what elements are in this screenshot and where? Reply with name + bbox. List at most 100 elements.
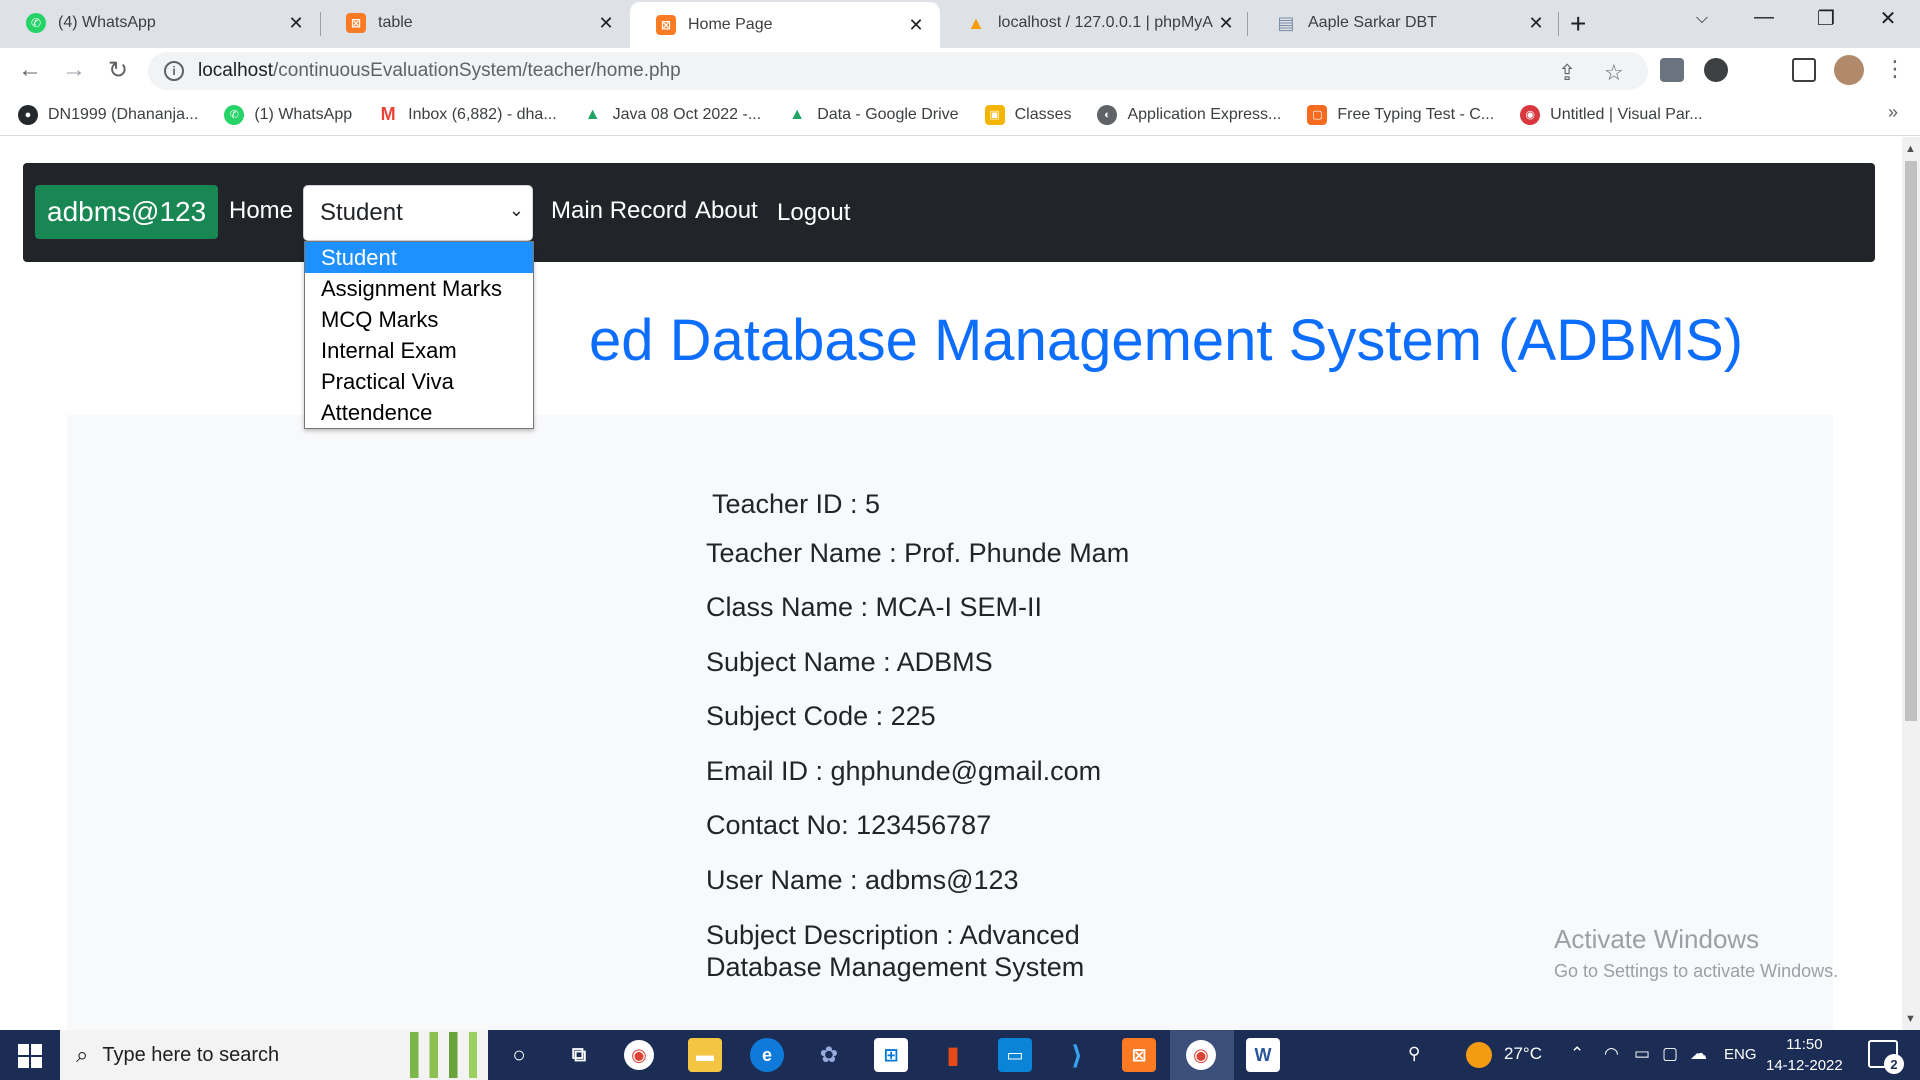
store-icon[interactable]: ⊞ bbox=[874, 1038, 908, 1072]
dropdown-option[interactable]: Student bbox=[305, 242, 533, 273]
tab-title: table bbox=[378, 14, 413, 31]
forward-button[interactable]: → bbox=[58, 56, 90, 84]
bookmark-item[interactable]: ◉ Untitled | Visual Par... bbox=[1520, 104, 1703, 125]
scroll-down-arrow-icon[interactable]: ▼ bbox=[1905, 1013, 1916, 1025]
dropdown-option[interactable]: Internal Exam bbox=[305, 335, 533, 366]
scrollbar-thumb[interactable] bbox=[1905, 161, 1917, 721]
bookmark-item[interactable]: ▢ Free Typing Test - C... bbox=[1307, 104, 1494, 125]
window-close-button[interactable]: ✕ bbox=[1868, 6, 1908, 31]
browser-tab-strip: ✆ (4) WhatsApp ✕ ⊠ table ✕ ⊠ Home Page ✕… bbox=[0, 0, 1920, 48]
minimize-button[interactable]: — bbox=[1744, 6, 1784, 29]
page-title: ed Database Management System (ADBMS) bbox=[588, 308, 1744, 373]
close-icon[interactable]: ✕ bbox=[906, 15, 926, 36]
weather-sun-icon[interactable] bbox=[1466, 1042, 1492, 1068]
bookmark-item[interactable]: ◐ Application Express... bbox=[1097, 104, 1281, 125]
bookmarks-bar: ● DN1999 (Dhananja... ✆ (1) WhatsApp M Inbo… bbox=[0, 94, 1920, 136]
bookmark-item[interactable]: ▲ Java 08 Oct 2022 -... bbox=[583, 105, 761, 125]
dropdown-option[interactable]: Attendence bbox=[305, 397, 533, 428]
tray-chevron-up-icon[interactable]: ⌃ bbox=[1570, 1044, 1584, 1064]
language-indicator[interactable]: ENG bbox=[1724, 1046, 1757, 1063]
page-viewport: adbms@123 Home Student ⌄ Main Record Abo… bbox=[0, 137, 1902, 1030]
bookmark-item[interactable]: M Inbox (6,882) - dha... bbox=[378, 104, 557, 125]
task-view-icon[interactable]: ⧉ bbox=[562, 1038, 596, 1072]
back-button[interactable]: ← bbox=[14, 56, 46, 84]
close-icon[interactable]: ✕ bbox=[1216, 13, 1236, 34]
tab-title: (4) WhatsApp bbox=[58, 14, 156, 31]
taskbar-clock[interactable]: 11:50 14-12-2022 bbox=[1766, 1034, 1843, 1076]
app-blue-icon[interactable]: ▭ bbox=[998, 1038, 1032, 1072]
globe-icon: ◐ bbox=[1097, 104, 1118, 125]
scroll-up-arrow-icon[interactable]: ▲ bbox=[1905, 143, 1916, 155]
cortana-icon[interactable]: ○ bbox=[502, 1038, 536, 1072]
nav-home-link[interactable]: Home bbox=[229, 197, 293, 225]
people-icon[interactable]: ⚲ bbox=[1408, 1044, 1420, 1064]
dropdown-option[interactable]: Assignment Marks bbox=[305, 273, 533, 304]
dropdown-option[interactable]: Practical Viva bbox=[305, 366, 533, 397]
edge-icon[interactable]: e bbox=[750, 1038, 784, 1072]
extension-grammar-icon[interactable] bbox=[1704, 58, 1728, 82]
vscode-icon[interactable]: ⟩ bbox=[1060, 1038, 1094, 1072]
windows-start-icon[interactable] bbox=[18, 1044, 42, 1068]
navbar-brand[interactable]: adbms@123 bbox=[35, 185, 219, 239]
close-icon[interactable]: ✕ bbox=[286, 13, 306, 34]
teacher-id: Teacher ID : 5 bbox=[712, 489, 881, 519]
windows-taskbar: ⌕ Type here to search ○ ⧉ ◉ ▬ e ✿ ⊞ ▮ ▭ … bbox=[0, 1030, 1920, 1080]
share-icon[interactable]: ⇪ bbox=[1558, 60, 1576, 86]
close-icon[interactable]: ✕ bbox=[596, 13, 616, 34]
nav-category-select[interactable]: Student ⌄ bbox=[303, 185, 533, 241]
bookmark-item[interactable]: ● DN1999 (Dhananja... bbox=[18, 104, 198, 125]
bookmark-item[interactable]: ✆ (1) WhatsApp bbox=[224, 104, 352, 125]
nav-main-record-link[interactable]: Main Record bbox=[551, 197, 687, 225]
tab-title: Home Page bbox=[688, 16, 773, 33]
wifi-icon[interactable]: ◠ bbox=[1604, 1044, 1619, 1064]
bookmark-item[interactable]: ▲ Data - Google Drive bbox=[787, 105, 958, 125]
reload-button[interactable]: ↻ bbox=[102, 56, 134, 85]
contact-no: Contact No: 123456787 bbox=[706, 810, 992, 840]
chrome-active-icon[interactable]: ◉ bbox=[1186, 1040, 1216, 1070]
subject-description: Subject Description : Advanced Database … bbox=[706, 920, 1085, 982]
restore-button[interactable]: ❐ bbox=[1806, 6, 1846, 31]
new-tab-button[interactable]: + bbox=[1570, 8, 1586, 40]
battery-icon[interactable]: ▭ bbox=[1634, 1044, 1650, 1064]
chrome-icon[interactable]: ◉ bbox=[624, 1040, 654, 1070]
nav-logout-link[interactable]: Logout bbox=[777, 199, 850, 227]
notification-center-icon[interactable]: 2 bbox=[1868, 1040, 1904, 1074]
dropdown-option[interactable]: MCQ Marks bbox=[305, 304, 533, 335]
file-explorer-icon[interactable]: ▬ bbox=[688, 1038, 722, 1072]
profile-avatar[interactable] bbox=[1834, 55, 1864, 85]
nav-about-link[interactable]: About bbox=[695, 197, 758, 225]
xampp-icon[interactable]: ⊠ bbox=[1122, 1038, 1156, 1072]
temperature[interactable]: 27°C bbox=[1504, 1044, 1542, 1064]
gmail-icon: M bbox=[380, 104, 396, 124]
tab-phpmyadmin[interactable]: ▲ localhost / 127.0.0.1 | phpMyA ✕ bbox=[940, 0, 1250, 46]
document-icon: ▤ bbox=[1277, 12, 1295, 33]
menu-kebab-icon[interactable]: ⋮ bbox=[1884, 56, 1906, 82]
address-bar[interactable]: i localhost/continuousEvaluationSystem/t… bbox=[148, 52, 1648, 90]
paint-icon[interactable]: ✿ bbox=[812, 1038, 846, 1072]
classroom-icon: ▣ bbox=[984, 104, 1005, 125]
side-panel-icon[interactable] bbox=[1792, 58, 1816, 82]
tab-search-icon[interactable]: ⌵ bbox=[1682, 10, 1722, 28]
tab-title: Aaple Sarkar DBT bbox=[1308, 14, 1437, 31]
site-info-icon[interactable]: i bbox=[164, 61, 184, 81]
subject-code: Subject Code : 225 bbox=[706, 701, 936, 731]
word-icon[interactable]: W bbox=[1246, 1038, 1280, 1072]
bookmark-item[interactable]: ▣ Classes bbox=[984, 104, 1071, 125]
bookmark-star-icon[interactable]: ☆ bbox=[1604, 60, 1624, 86]
tab-whatsapp[interactable]: ✆ (4) WhatsApp ✕ bbox=[0, 0, 320, 46]
tab-aaple-sarkar[interactable]: ▤ Aaple Sarkar DBT ✕ bbox=[1250, 0, 1560, 46]
extension-cube-icon[interactable] bbox=[1660, 58, 1684, 82]
class-name: Class Name : MCA-I SEM-II bbox=[706, 592, 1043, 622]
tab-home-page[interactable]: ⊠ Home Page ✕ bbox=[630, 2, 940, 48]
github-icon: ● bbox=[18, 104, 38, 125]
taskbar-search-box[interactable]: ⌕ Type here to search bbox=[60, 1030, 488, 1080]
onedrive-cloud-icon[interactable]: ☁ bbox=[1690, 1044, 1707, 1064]
device-icon[interactable]: ▢ bbox=[1662, 1044, 1678, 1064]
close-icon[interactable]: ✕ bbox=[1526, 13, 1546, 34]
bookmarks-more-icon[interactable]: » bbox=[1888, 102, 1898, 123]
office-icon[interactable]: ▮ bbox=[936, 1038, 970, 1072]
tab-table[interactable]: ⊠ table ✕ bbox=[320, 0, 630, 46]
chevron-down-icon: ⌄ bbox=[508, 200, 524, 220]
page-scrollbar[interactable]: ▲ ▼ bbox=[1902, 137, 1920, 1030]
google-drive-icon: ▲ bbox=[789, 105, 806, 123]
